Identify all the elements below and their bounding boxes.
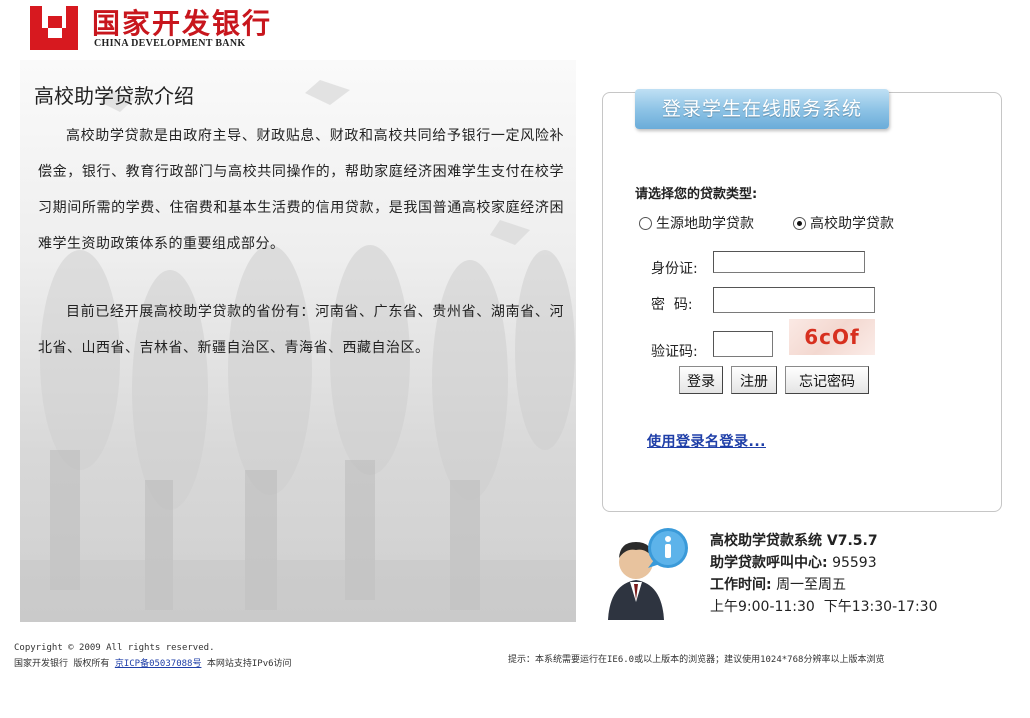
login-button[interactable]: 登录 bbox=[679, 366, 723, 394]
hotline-number: 95593 bbox=[832, 555, 877, 571]
copyright-text: Copyright © 2009 All rights reserved. bbox=[14, 643, 215, 653]
password-input[interactable] bbox=[713, 287, 875, 313]
browser-tip: 提示：本系统需要运行在IE6.0或以上版本的浏览器；建议使用1024*768分辨… bbox=[508, 655, 885, 665]
cdb-logo: 国家开发银行 CHINA DEVELOPMENT BANK bbox=[30, 2, 300, 52]
system-version: 高校助学贷款系统 V7.5.7 bbox=[710, 533, 878, 549]
hours-time: 上午9:00-11:30 下午13:30-17:30 bbox=[710, 599, 938, 615]
id-card-input[interactable] bbox=[713, 251, 865, 273]
intro-panel: 高校助学贷款介绍 高校助学贷款是由政府主导、财政贴息、财政和高校共同给予银行一定… bbox=[20, 60, 576, 622]
ipv6-text: 本网站支持IPv6访问 bbox=[206, 659, 292, 669]
cdb-logo-mark-icon bbox=[30, 6, 78, 50]
password-label: 密 码: bbox=[651, 297, 693, 313]
system-info: 高校助学贷款系统 V7.5.7 助学贷款呼叫中心: 95593 工作时间: 周一… bbox=[710, 530, 937, 618]
captcha-image[interactable]: 6cOf bbox=[789, 319, 875, 355]
radio-school-loan[interactable] bbox=[793, 216, 806, 230]
loan-type-school-label: 高校助学贷款 bbox=[810, 216, 894, 232]
owner-text: 国家开发银行 版权所有 bbox=[14, 659, 110, 669]
login-with-username-link[interactable]: 使用登录名登录... bbox=[647, 431, 766, 451]
register-button[interactable]: 注册 bbox=[731, 366, 777, 394]
captcha-input[interactable] bbox=[713, 331, 773, 357]
icp-link[interactable]: 京ICP备05037088号 bbox=[115, 659, 202, 669]
radio-origin-loan[interactable] bbox=[639, 216, 652, 230]
footer-copyright: Copyright © 2009 All rights reserved. 国家… bbox=[14, 640, 292, 672]
login-panel: 登录学生在线服务系统 请选择您的贷款类型: 生源地助学贷款 高校助学贷款 身份证… bbox=[602, 89, 1002, 512]
login-panel-header: 登录学生在线服务系统 bbox=[635, 89, 889, 129]
forgot-password-button[interactable]: 忘记密码 bbox=[785, 366, 869, 394]
loan-type-label: 请选择您的贷款类型: bbox=[635, 187, 758, 202]
customer-service-info-icon bbox=[606, 522, 690, 622]
loan-type-origin-option[interactable]: 生源地助学贷款 bbox=[639, 213, 754, 233]
captcha-label: 验证码: bbox=[651, 344, 698, 360]
intro-title: 高校助学贷款介绍 bbox=[34, 84, 194, 108]
brand-name-en: CHINA DEVELOPMENT BANK bbox=[94, 38, 246, 49]
id-card-label: 身份证: bbox=[651, 261, 698, 277]
footer-owner-line: 国家开发银行 版权所有 京ICP备05037088号 本网站支持IPv6访问 bbox=[14, 656, 292, 672]
hours-line: 工作时间: 周一至周五 bbox=[710, 574, 937, 596]
hours-days: 周一至周五 bbox=[776, 577, 847, 593]
loan-type-school-option[interactable]: 高校助学贷款 bbox=[793, 213, 894, 233]
intro-paragraph: 高校助学贷款是由政府主导、财政贴息、财政和高校共同给予银行一定风险补偿金，银行、… bbox=[38, 128, 564, 252]
brand-name-cn: 国家开发银行 bbox=[92, 7, 273, 40]
hotline-line: 助学贷款呼叫中心: 95593 bbox=[710, 552, 937, 574]
hotline-label: 助学贷款呼叫中心: bbox=[710, 555, 828, 571]
hours-label: 工作时间: bbox=[710, 577, 772, 593]
loan-type-origin-label: 生源地助学贷款 bbox=[656, 216, 754, 232]
intro-paragraph-provinces: 目前已经开展高校助学贷款的省份有：河南省、广东省、贵州省、湖南省、河北省、山西省… bbox=[38, 304, 564, 356]
